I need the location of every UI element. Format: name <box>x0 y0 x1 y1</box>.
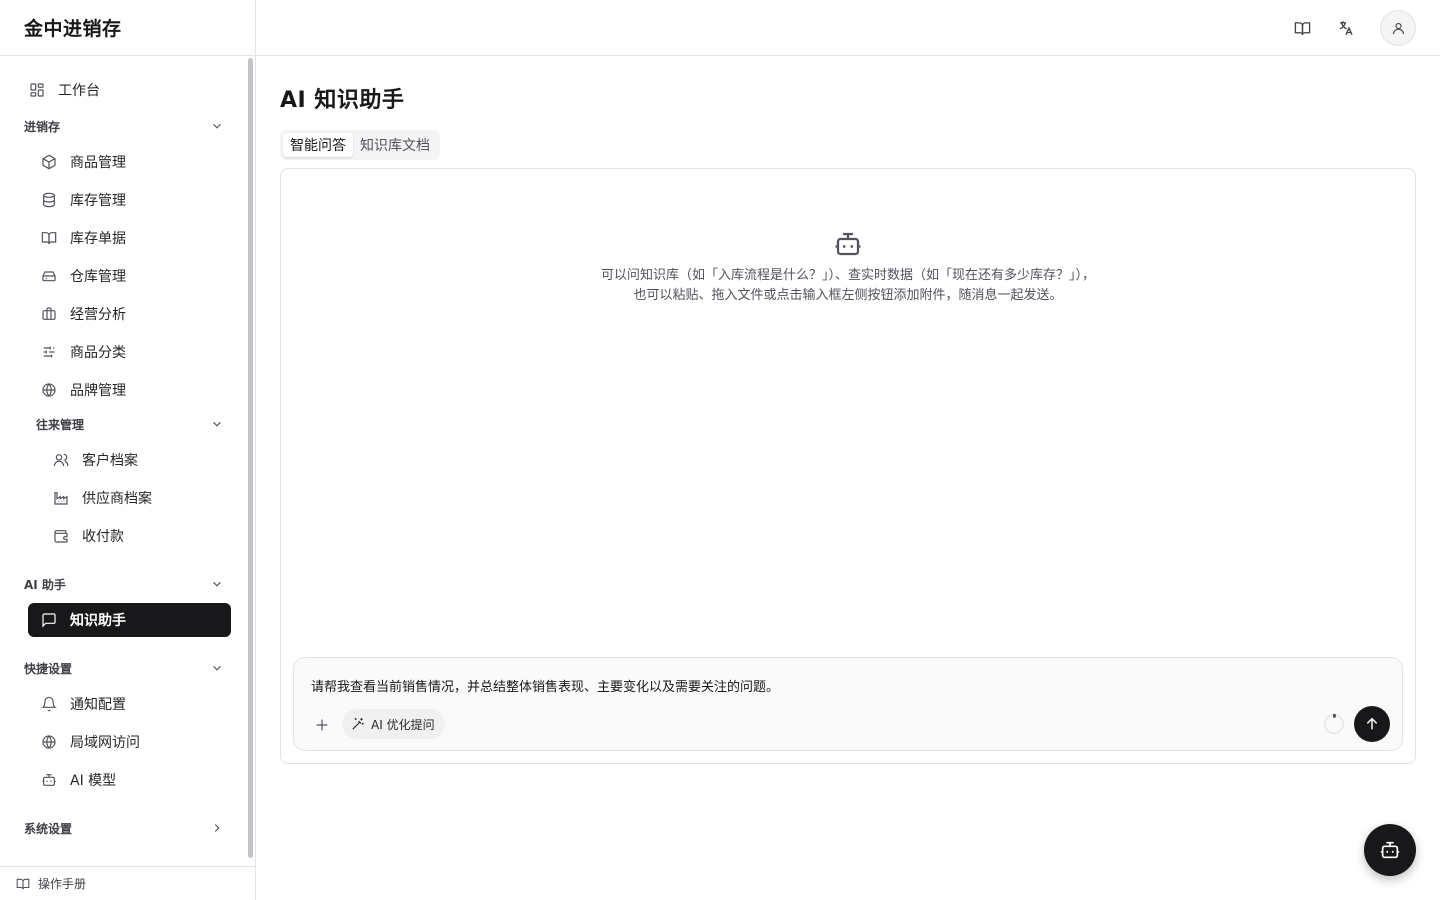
loading-spinner <box>1323 713 1345 735</box>
sidebar-item-lan-access[interactable]: 局域网访问 <box>40 725 140 759</box>
sidebar-item-stock-docs[interactable]: 库存单据 <box>40 221 126 255</box>
globe-icon <box>40 733 58 751</box>
manual-label: 操作手册 <box>38 877 87 891</box>
sidebar-item-suppliers[interactable]: 供应商档案 <box>52 481 152 515</box>
ai-optimize-button[interactable]: AI 优化提问 <box>342 709 445 739</box>
sidebar-item-knowledge-assistant[interactable]: 知识助手 <box>28 603 231 637</box>
chevron-down-icon <box>210 577 224 591</box>
book-open-icon <box>1294 20 1311 37</box>
sidebar-item-brands[interactable]: 品牌管理 <box>40 373 126 407</box>
send-button[interactable] <box>1354 706 1390 742</box>
sidebar-item-label: 工作台 <box>58 83 100 99</box>
page-title: AI 知识助手 <box>280 88 405 113</box>
wallet-icon <box>52 527 70 545</box>
arrow-up-icon <box>1364 716 1380 732</box>
sidebar-item-label: 经营分析 <box>70 307 126 323</box>
ai-optimize-label: AI 优化提问 <box>371 717 435 732</box>
chevron-down-icon <box>210 417 224 431</box>
sidebar-group-partners[interactable]: 往来管理 <box>36 411 224 437</box>
user-icon <box>1391 21 1406 36</box>
sidebar-item-label: 收付款 <box>82 529 124 545</box>
bot-icon <box>833 229 863 259</box>
sidebar-item-label: AI 模型 <box>70 773 117 789</box>
group-label: 往来管理 <box>36 417 85 432</box>
sidebar-item-analysis[interactable]: 经营分析 <box>40 297 126 331</box>
empty-state-text: 可以问知识库（如「入库流程是什么？」）、查实时数据（如「现在还有多少库存？」），… <box>281 266 1415 306</box>
app-title: 金中进销存 <box>0 0 255 56</box>
sidebar-item-workbench[interactable]: 工作台 <box>28 73 100 107</box>
message-square-icon <box>40 611 58 629</box>
tab-knowledge-docs[interactable]: 知识库文档 <box>353 133 437 157</box>
sliders-icon <box>40 343 58 361</box>
book-open-icon <box>16 877 30 891</box>
user-avatar-button[interactable] <box>1380 10 1416 46</box>
bot-icon <box>1379 839 1401 861</box>
chat-panel: 可以问知识库（如「入库流程是什么？」）、查实时数据（如「现在还有多少库存？」），… <box>280 168 1416 764</box>
briefcase-icon <box>40 305 58 323</box>
sidebar-item-label: 局域网访问 <box>70 735 140 751</box>
sidebar-item-products[interactable]: 商品管理 <box>40 145 126 179</box>
sidebar-item-customers[interactable]: 客户档案 <box>52 443 138 477</box>
sidebar-group-system-settings[interactable]: 系统设置 <box>24 815 224 841</box>
chat-composer[interactable]: 请帮我查看当前销售情况，并总结整体销售表现、主要变化以及需要关注的问题。 AI … <box>293 657 1403 751</box>
docs-button[interactable] <box>1284 10 1320 46</box>
floating-assistant-button[interactable] <box>1364 824 1416 876</box>
sidebar-item-label: 商品管理 <box>70 155 126 171</box>
empty-state-line: 也可以粘贴、拖入文件或点击输入框左侧按钮添加附件，随消息一起发送。 <box>633 288 1063 303</box>
language-button[interactable] <box>1328 10 1364 46</box>
warehouse-icon <box>40 267 58 285</box>
users-icon <box>52 451 70 469</box>
sidebar-item-payments[interactable]: 收付款 <box>52 519 124 553</box>
tab-smart-qa[interactable]: 智能问答 <box>283 133 353 157</box>
sidebar-item-ai-model[interactable]: AI 模型 <box>40 763 116 797</box>
database-icon <box>40 191 58 209</box>
chat-input[interactable]: 请帮我查看当前销售情况，并总结整体销售表现、主要变化以及需要关注的问题。 <box>311 676 779 695</box>
group-label: 系统设置 <box>24 821 73 836</box>
sidebar-item-stock[interactable]: 库存管理 <box>40 183 126 217</box>
sidebar-item-label: 通知配置 <box>70 697 126 713</box>
bot-icon <box>40 771 58 789</box>
sidebar-item-label: 仓库管理 <box>70 269 126 285</box>
chevron-right-icon <box>210 821 224 835</box>
sidebar-item-label: 品牌管理 <box>70 383 126 399</box>
plus-icon <box>314 717 330 733</box>
globe-icon <box>40 381 58 399</box>
sidebar-item-warehouse[interactable]: 仓库管理 <box>40 259 126 293</box>
sidebar-group-ai[interactable]: AI 助手 <box>24 571 224 597</box>
book-icon <box>40 229 58 247</box>
chevron-down-icon <box>210 661 224 675</box>
wand-icon <box>351 717 365 731</box>
factory-icon <box>52 489 70 507</box>
add-attachment-button[interactable] <box>310 713 334 737</box>
sidebar-item-label: 知识助手 <box>70 613 126 629</box>
group-label: AI 助手 <box>24 577 66 592</box>
sidebar-item-label: 供应商档案 <box>82 491 152 507</box>
sidebar-nav: 工作台 进销存 商品管理 库存管理 库存单据 仓库管理 经营分析 商品分类 品牌… <box>0 56 248 866</box>
manual-link[interactable]: 操作手册 <box>0 866 255 900</box>
group-label: 快捷设置 <box>24 661 73 676</box>
sidebar-scrollbar[interactable] <box>248 58 253 858</box>
group-label: 进销存 <box>24 119 61 134</box>
empty-state-line: 可以问知识库（如「入库流程是什么？」）、查实时数据（如「现在还有多少库存？」）， <box>600 268 1095 283</box>
sidebar-group-quick-settings[interactable]: 快捷设置 <box>24 655 224 681</box>
sidebar-item-categories[interactable]: 商品分类 <box>40 335 126 369</box>
top-header <box>256 0 1440 56</box>
package-icon <box>40 153 58 171</box>
chevron-down-icon <box>210 119 224 133</box>
sidebar: 金中进销存 工作台 进销存 商品管理 库存管理 库存单据 仓库管理 经营分析 商… <box>0 0 256 900</box>
layout-grid-icon <box>28 81 46 99</box>
sidebar-item-label: 商品分类 <box>70 345 126 361</box>
sidebar-group-inventory[interactable]: 进销存 <box>24 113 224 139</box>
bell-icon <box>40 695 58 713</box>
sidebar-item-notifications[interactable]: 通知配置 <box>40 687 126 721</box>
sidebar-item-label: 库存单据 <box>70 231 126 247</box>
languages-icon <box>1337 19 1355 37</box>
sidebar-item-label: 客户档案 <box>82 453 138 469</box>
sidebar-item-label: 库存管理 <box>70 193 126 209</box>
tab-list: 智能问答 知识库文档 <box>280 130 440 160</box>
